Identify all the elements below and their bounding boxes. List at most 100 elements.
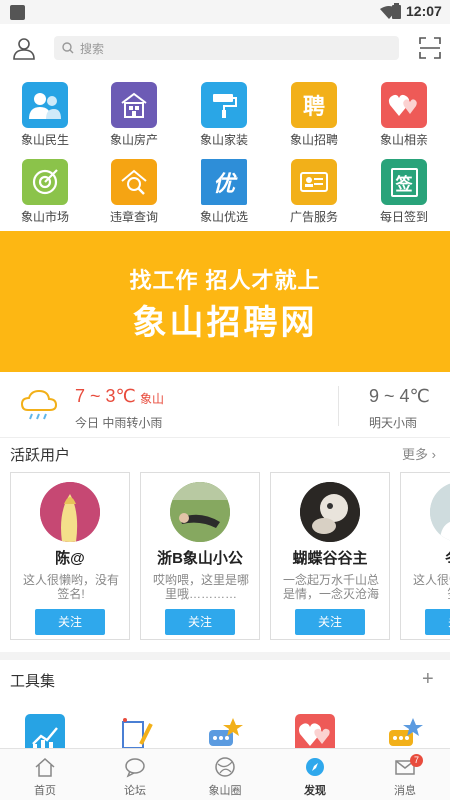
grid-label: 象山优选	[199, 210, 248, 224]
search-input[interactable]: 搜索	[54, 36, 399, 60]
you-xuan-glyph: 优	[212, 171, 235, 196]
status-bar: 12:07	[0, 0, 450, 24]
tomorrow-weather-desc: 明天小雨	[369, 416, 418, 430]
avatar	[40, 482, 100, 542]
user-name: 陈@	[55, 550, 85, 567]
rain-cloud-icon	[20, 389, 58, 420]
grid-item-jiazhuang[interactable]: 象山家装	[189, 82, 259, 148]
tab-circle[interactable]: 象山圈	[180, 749, 270, 800]
grid-label: 象山民生	[20, 133, 69, 147]
grid-label: 象山房产	[109, 133, 158, 147]
user-bio: 这人很懒哟，没有签名!	[412, 573, 450, 601]
tools-list	[0, 712, 450, 748]
section-divider	[0, 652, 450, 660]
avatar	[300, 482, 360, 542]
user-card[interactable]: 陈@ 这人很懒哟，没有签名! 关注	[10, 472, 130, 640]
bottom-tab-bar: 首页 论坛 象山圈 发现 7 消息	[0, 748, 450, 800]
you-xuan-icon: 优	[201, 159, 247, 205]
tab-label: 消息	[394, 785, 416, 797]
tab-messages[interactable]: 7 消息	[360, 749, 450, 800]
message-star-tool-icon-2[interactable]	[385, 714, 425, 748]
user-bio: 一念起万水千山总是情，一念灭沧海	[282, 573, 379, 601]
tab-label: 论坛	[124, 785, 146, 797]
tab-forum[interactable]: 论坛	[90, 749, 180, 800]
section-title: 活跃用户	[10, 447, 71, 464]
grid-item-weizhang[interactable]: 违章查询	[99, 159, 169, 225]
add-tool-button[interactable]: +	[422, 668, 434, 691]
tab-label: 首页	[34, 785, 56, 797]
grid-label: 广告服务	[289, 210, 338, 224]
tab-home[interactable]: 首页	[0, 749, 90, 800]
search-placeholder: 搜索	[80, 42, 105, 56]
grid-label: 每日签到	[379, 210, 428, 224]
grid-label: 违章查询	[109, 210, 158, 224]
hearts-icon	[381, 82, 427, 128]
user-bio: 这人很懒哟，没有签名!	[22, 573, 119, 601]
user-card[interactable]: 冬天 这人很懒哟，没有签名! 关注	[400, 472, 450, 640]
grid-item-guanggao[interactable]: 广告服务	[279, 159, 349, 225]
building-icon	[111, 82, 157, 128]
follow-button[interactable]: 关注	[35, 609, 105, 635]
grid-label: 象山相亲	[379, 133, 428, 147]
banner-line2: 象山招聘网	[132, 304, 318, 342]
today-weather-desc: 今日 中雨转小雨	[75, 416, 163, 430]
grid-item-zhaopin[interactable]: 聘 象山招聘	[279, 82, 349, 148]
tab-label: 象山圈	[208, 785, 242, 797]
grid-item-youxuan[interactable]: 优 象山优选	[189, 159, 259, 225]
target-icon	[22, 159, 68, 205]
more-label: 更多	[402, 447, 429, 462]
paint-roller-icon	[201, 82, 247, 128]
user-card[interactable]: 蝴蝶谷谷主 一念起万水千山总是情，一念灭沧海 关注	[270, 472, 390, 640]
user-icon[interactable]	[12, 36, 36, 60]
follow-button[interactable]: 关注	[295, 609, 365, 635]
clock: 12:07	[406, 3, 442, 19]
weather-panel[interactable]: 7 ~ 3℃ 象山 今日 中雨转小雨 9 ~ 4℃ 明天小雨	[0, 372, 450, 438]
user-bio: 哎哟喂，这里是哪里哦…………	[152, 573, 249, 601]
user-name: 浙B象山小公	[157, 550, 243, 567]
user-card[interactable]: 浙B象山小公 哎哟喂，这里是哪里哦………… 关注	[140, 472, 260, 640]
active-users-list[interactable]: 陈@ 这人很懒哟，没有签名! 关注 浙B象山小公 哎哟喂，这里是哪里哦………… …	[0, 472, 450, 642]
top-header: 搜索	[0, 24, 450, 72]
battery-icon	[392, 3, 401, 19]
tools-header: 工具集 +	[0, 664, 450, 694]
sign-glyph: 签	[390, 167, 418, 197]
grid-item-shichang[interactable]: 象山市场	[10, 159, 80, 225]
unread-badge: 7	[410, 754, 423, 767]
grid-item-minsheng[interactable]: 象山民生	[10, 82, 80, 148]
avatar	[430, 482, 450, 542]
compass-icon	[306, 758, 324, 776]
recruit-icon: 聘	[291, 82, 337, 128]
grid-item-qiandao[interactable]: 签 每日签到	[369, 159, 439, 225]
chart-tool-icon[interactable]	[25, 714, 65, 748]
banner-line1: 找工作 招人才就上	[129, 268, 321, 293]
message-star-tool-icon[interactable]	[205, 714, 245, 748]
search-icon	[62, 42, 74, 54]
user-name: 冬天	[401, 547, 450, 568]
grid-item-xiangqin[interactable]: 象山相亲	[369, 82, 439, 148]
section-title: 工具集	[10, 673, 56, 690]
car-search-icon	[111, 159, 157, 205]
divider	[338, 386, 339, 426]
tab-discover[interactable]: 发现	[270, 749, 360, 800]
user-name: 蝴蝶谷谷主	[292, 550, 368, 567]
grid-label: 象山家装	[199, 133, 248, 147]
active-users-header: 活跃用户 更多 ›	[0, 438, 450, 468]
note-tool-icon[interactable]	[115, 714, 155, 748]
circle-icon	[215, 757, 235, 777]
follow-button[interactable]: 关注	[425, 609, 450, 635]
ad-card-icon	[291, 159, 337, 205]
tomorrow-temperature: 9 ~ 4℃	[369, 386, 430, 406]
scan-icon[interactable]	[418, 36, 442, 60]
sim-icon	[10, 5, 25, 20]
calendar-sign-icon: 签	[381, 159, 427, 205]
grid-item-fangchan[interactable]: 象山房产	[99, 82, 169, 148]
follow-button[interactable]: 关注	[165, 609, 235, 635]
grid-label: 象山招聘	[289, 133, 338, 147]
hearts-tool-icon[interactable]	[295, 714, 335, 748]
recruit-glyph: 聘	[302, 94, 325, 119]
today-temperature: 7 ~ 3℃	[75, 386, 136, 406]
more-link[interactable]: 更多 ›	[402, 444, 436, 463]
recruit-banner[interactable]: 找工作 招人才就上 象山招聘网	[0, 231, 450, 372]
avatar	[170, 482, 230, 542]
chat-icon	[125, 758, 145, 778]
